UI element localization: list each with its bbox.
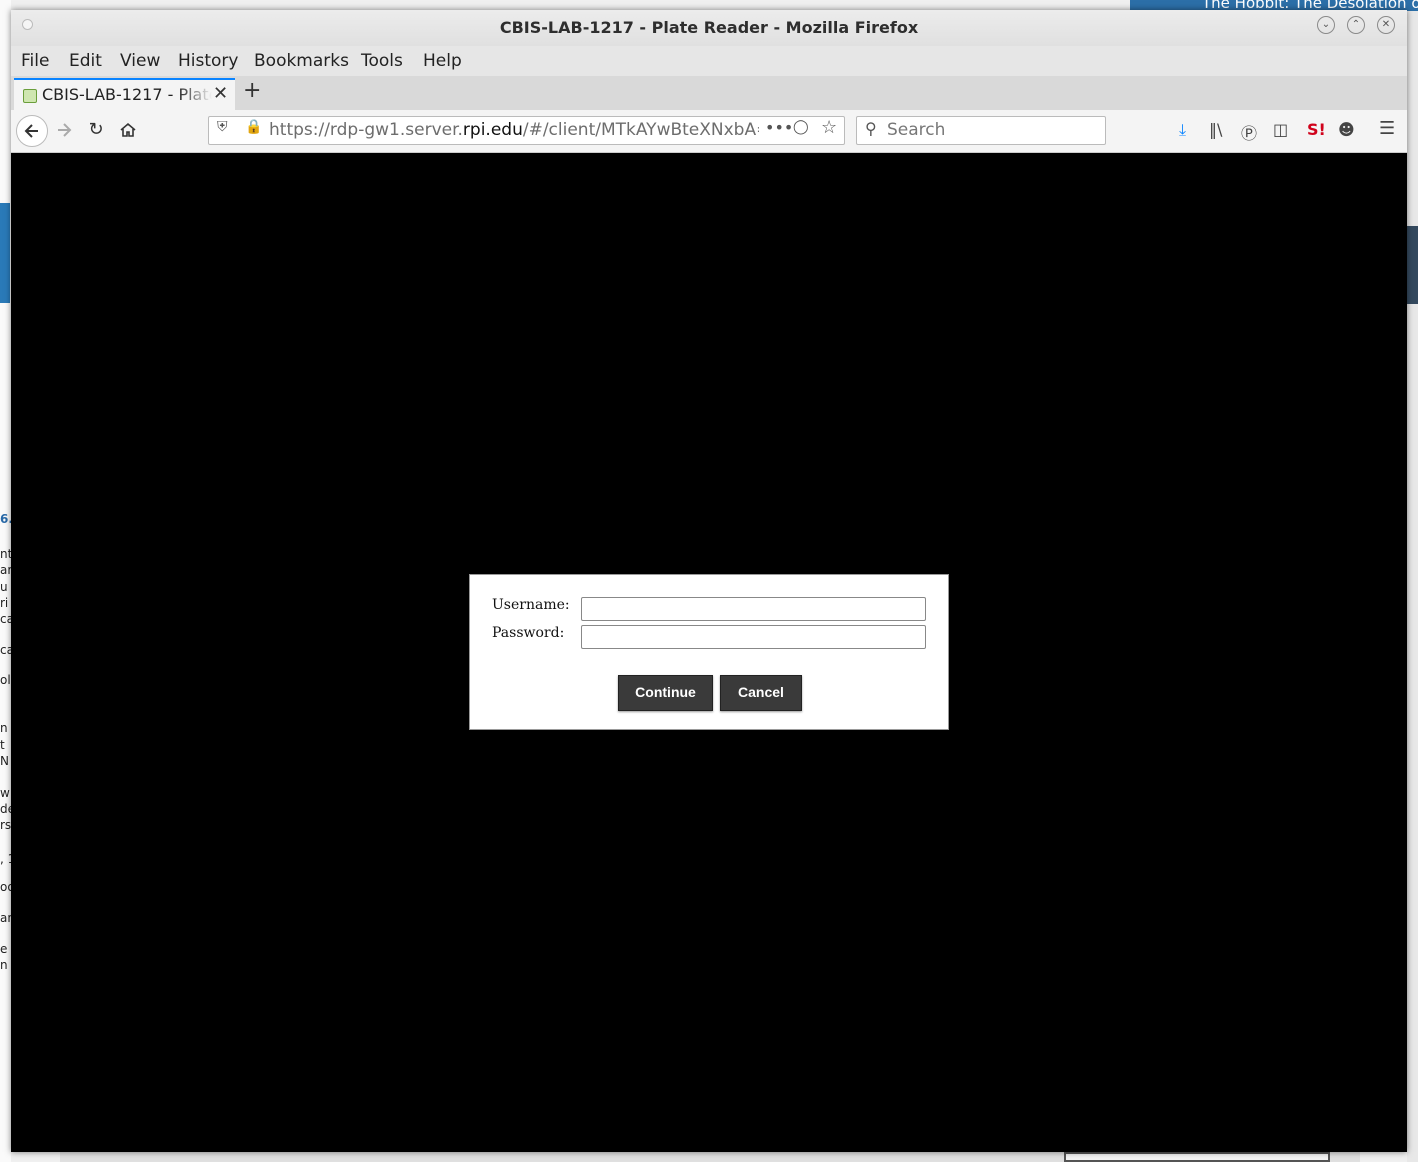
username-label: Username: [492, 597, 570, 613]
background-blue-block [0, 203, 10, 303]
background-text: rs [0, 818, 11, 832]
background-text: 6. [0, 512, 11, 526]
continue-button[interactable]: Continue [618, 675, 713, 711]
back-button[interactable] [16, 115, 48, 147]
tracking-shield-icon[interactable]: ⛨ [217, 119, 228, 135]
minimize-icon[interactable]: ⌄ [1317, 16, 1335, 34]
background-text: oo [0, 880, 11, 894]
search-bar[interactable]: ⚲ Search [856, 116, 1106, 145]
menu-tools[interactable]: Tools [361, 51, 403, 71]
w-extension-icon[interactable]: Ⓟ [1241, 120, 1257, 144]
username-field[interactable] [581, 597, 926, 621]
hamburger-menu-icon[interactable]: ☰ [1379, 118, 1395, 139]
password-label: Password: [492, 625, 565, 641]
arrow-left-icon [24, 124, 38, 138]
sidebar-icon[interactable]: ◫ [1273, 120, 1288, 139]
home-button[interactable] [113, 115, 143, 145]
favicon-icon [23, 89, 37, 103]
background-text: n [0, 721, 8, 735]
background-text: ca [0, 643, 11, 657]
menu-help[interactable]: Help [423, 51, 462, 71]
background-text: nt [0, 547, 11, 561]
background-text: ar [0, 563, 11, 577]
firefox-window: CBIS-LAB-1217 - Plate Reader - Mozilla F… [11, 10, 1407, 1152]
star-icon[interactable]: ☆ [821, 117, 837, 138]
tab-close-icon[interactable]: ✕ [213, 83, 228, 104]
close-window-icon[interactable]: ✕ [1377, 16, 1395, 34]
cancel-button[interactable]: Cancel [720, 675, 802, 711]
pocket-icon[interactable]: ◯ [793, 119, 809, 135]
background-taskbar-item [1064, 1152, 1330, 1162]
search-icon: ⚲ [865, 119, 877, 138]
lock-icon[interactable]: 🔒 [245, 119, 262, 135]
url-text[interactable]: https://rdp-gw1.server.rpi.edu/#/client/… [269, 120, 759, 140]
background-text: de [0, 802, 11, 816]
menu-file[interactable]: File [21, 51, 49, 71]
background-text: u [0, 580, 8, 594]
download-icon[interactable]: ⤓ [1179, 120, 1186, 140]
background-text: ol [0, 673, 11, 687]
window-title: CBIS-LAB-1217 - Plate Reader - Mozilla F… [499, 18, 919, 37]
menu-view[interactable]: View [120, 51, 160, 71]
url-prefix: https://rdp-gw1.server. [269, 120, 463, 140]
reload-button[interactable]: ↻ [81, 115, 111, 145]
s-extension-icon[interactable]: S! [1307, 120, 1326, 139]
menu-bar: File Edit View History Bookmarks Tools H… [11, 46, 1407, 76]
background-dark-block [1407, 226, 1418, 304]
menu-edit[interactable]: Edit [69, 51, 102, 71]
tab-bar: CBIS-LAB-1217 - Plate Reader ✕ + [11, 76, 1407, 110]
background-window-right [1407, 0, 1418, 1162]
background-text: , 1 [0, 852, 11, 866]
address-bar[interactable]: ⛨ 🔒 https://rdp-gw1.server.rpi.edu/#/cli… [208, 116, 845, 145]
login-dialog: Username: Password: Continue Cancel [469, 574, 949, 730]
background-text: e t [0, 942, 11, 956]
url-suffix: /#/client/MTkAYwBteXNxbA= [522, 120, 759, 140]
library-icon[interactable]: ‖\ [1209, 120, 1222, 139]
password-field[interactable] [581, 625, 926, 649]
window-menu-icon[interactable] [22, 19, 33, 30]
background-text: ri [0, 596, 9, 610]
background-text: t [0, 738, 5, 752]
new-tab-button[interactable]: + [243, 78, 261, 103]
tab-active[interactable]: CBIS-LAB-1217 - Plate Reader ✕ [14, 78, 235, 110]
ellipsis-icon[interactable]: ••• [765, 118, 793, 137]
home-icon [120, 122, 136, 137]
menu-history[interactable]: History [178, 51, 238, 71]
arrow-right-icon [58, 123, 72, 137]
title-bar[interactable]: CBIS-LAB-1217 - Plate Reader - Mozilla F… [11, 10, 1407, 46]
background-text: n i [0, 958, 11, 972]
account-icon[interactable]: ☻ [1338, 120, 1355, 139]
menu-bookmarks[interactable]: Bookmarks [254, 51, 349, 71]
background-text: N [0, 754, 9, 768]
forward-button[interactable] [49, 115, 79, 145]
search-placeholder: Search [887, 120, 946, 140]
background-taskbar [60, 1152, 1360, 1162]
reload-icon: ↻ [88, 119, 104, 140]
background-window-left: 6. nt ar u ri ca ca ol n t N w1 de rs , … [0, 0, 11, 1162]
tab-label: CBIS-LAB-1217 - Plate Reader [42, 85, 212, 104]
url-domain: rpi.edu [462, 120, 523, 140]
background-text: an [0, 911, 11, 925]
background-text: w1 [0, 786, 11, 800]
navigation-toolbar: ↻ ⛨ 🔒 https://rdp-gw1.server.rpi.edu/#/c… [11, 110, 1407, 153]
remote-desktop-canvas[interactable]: Username: Password: Continue Cancel [11, 153, 1407, 1152]
background-text: ca [0, 612, 11, 626]
maximize-icon[interactable]: ⌃ [1347, 16, 1365, 34]
